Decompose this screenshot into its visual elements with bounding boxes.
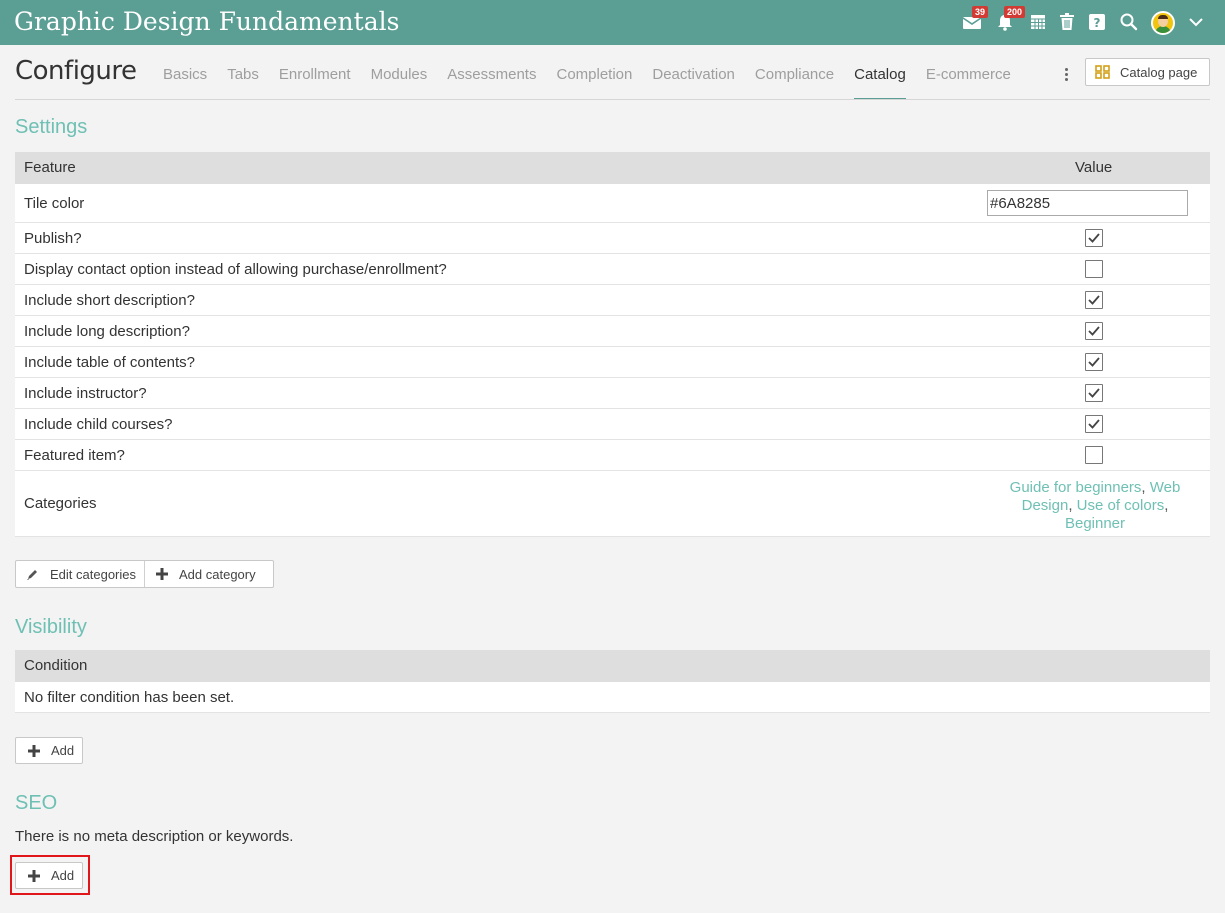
setting-row: Include long description? xyxy=(15,316,1210,347)
setting-checkbox[interactable] xyxy=(1085,415,1103,433)
setting-row: Display contact option instead of allowi… xyxy=(15,254,1210,285)
categories-list: Guide for beginners, Web Design, Use of … xyxy=(1009,479,1181,532)
setting-label: Include short description? xyxy=(24,292,195,309)
value-column-header: Value xyxy=(1075,159,1113,176)
messages-icon[interactable]: 39 xyxy=(962,6,989,32)
tile-color-label: Tile color xyxy=(24,195,85,212)
grid-icon xyxy=(1095,65,1110,79)
setting-checkbox[interactable] xyxy=(1085,446,1103,464)
category-link[interactable]: Guide for beginners xyxy=(1010,479,1142,496)
seo-title: SEO xyxy=(15,792,58,814)
visibility-title: Visibility xyxy=(15,616,87,638)
help-icon[interactable]: ? xyxy=(1087,12,1107,32)
tab-compliance[interactable]: Compliance xyxy=(755,64,834,100)
top-bar: Graphic Design Fundamentals 39 200 ? xyxy=(0,0,1225,45)
setting-checkbox[interactable] xyxy=(1085,260,1103,278)
condition-column-header: Condition xyxy=(24,657,88,674)
setting-label: Include table of contents? xyxy=(24,354,195,371)
setting-checkbox[interactable] xyxy=(1085,229,1103,247)
setting-label: Featured item? xyxy=(24,447,125,464)
tab-e-commerce[interactable]: E-commerce xyxy=(926,64,1011,100)
edit-categories-button[interactable]: Edit categories xyxy=(16,561,145,587)
setting-row: Include instructor? xyxy=(15,378,1210,409)
setting-row: Include child courses? xyxy=(15,409,1210,440)
page-title: Configure xyxy=(15,56,137,86)
setting-label: Include child courses? xyxy=(24,416,173,433)
more-tabs-icon[interactable] xyxy=(1061,66,1073,84)
search-icon[interactable] xyxy=(1119,12,1139,32)
setting-label: Include long description? xyxy=(24,323,190,340)
notifications-icon[interactable]: 200 xyxy=(995,6,1026,32)
messages-badge: 39 xyxy=(972,6,989,18)
tab-tabs[interactable]: Tabs xyxy=(227,64,259,100)
trash-icon[interactable] xyxy=(1057,12,1077,32)
plus-icon xyxy=(156,568,168,580)
category-link[interactable]: Beginner xyxy=(1065,515,1125,532)
visibility-empty-text: No filter condition has been set. xyxy=(24,689,235,706)
setting-row: Include short description? xyxy=(15,285,1210,316)
tab-enrollment[interactable]: Enrollment xyxy=(279,64,351,100)
catalog-page-label: Catalog page xyxy=(1120,64,1198,80)
plus-icon xyxy=(28,744,40,757)
setting-checkbox[interactable] xyxy=(1085,384,1103,402)
edit-categories-label: Edit categories xyxy=(50,566,136,582)
calendar-icon[interactable] xyxy=(1028,12,1048,32)
setting-row: Featured item? xyxy=(15,440,1210,471)
visibility-table-header: Condition xyxy=(15,650,1210,682)
svg-text:?: ? xyxy=(1094,16,1101,30)
chevron-down-icon[interactable] xyxy=(1186,12,1206,32)
visibility-table: Condition No filter condition has been s… xyxy=(15,650,1210,713)
tab-assessments[interactable]: Assessments xyxy=(447,64,536,100)
add-category-label: Add category xyxy=(179,566,256,582)
setting-label: Publish? xyxy=(24,230,82,247)
setting-checkbox[interactable] xyxy=(1085,322,1103,340)
pencil-icon xyxy=(27,569,37,580)
visibility-add-button[interactable]: Add xyxy=(15,737,83,764)
setting-label: Include instructor? xyxy=(24,385,147,402)
feature-column-header: Feature xyxy=(24,159,76,176)
tile-color-row: Tile color xyxy=(15,184,1210,223)
category-link[interactable]: Use of colors xyxy=(1077,497,1165,514)
settings-table-header: Feature Value xyxy=(15,152,1210,184)
settings-table: Feature Value Tile color Publish? Display… xyxy=(15,152,1210,537)
highlight-box xyxy=(10,855,90,895)
visibility-empty-row: No filter condition has been set. xyxy=(15,682,1210,713)
setting-label: Display contact option instead of allowi… xyxy=(24,261,447,278)
categories-label: Categories xyxy=(24,495,97,512)
setting-row: Include table of contents? xyxy=(15,347,1210,378)
visibility-add-label: Add xyxy=(51,743,75,758)
settings-title: Settings xyxy=(15,116,88,138)
tab-completion[interactable]: Completion xyxy=(556,64,632,100)
header-divider xyxy=(15,99,1210,100)
tab-modules[interactable]: Modules xyxy=(371,64,428,100)
seo-empty-text: There is no meta description or keywords… xyxy=(15,828,294,845)
notifications-badge: 200 xyxy=(1004,6,1026,18)
config-tabs: Basics Tabs Enrollment Modules Assessments Co… xyxy=(163,64,1031,100)
category-button-group: Edit categories Add category xyxy=(15,560,274,588)
tile-color-input[interactable] xyxy=(987,190,1188,216)
setting-row: Publish? xyxy=(15,223,1210,254)
catalog-page-button[interactable]: Catalog page xyxy=(1085,58,1210,86)
tab-basics[interactable]: Basics xyxy=(163,64,207,100)
add-category-button[interactable]: Add category xyxy=(145,561,264,587)
tab-catalog[interactable]: Catalog xyxy=(854,64,906,100)
avatar[interactable] xyxy=(1151,11,1175,35)
app-title: Graphic Design Fundamentals xyxy=(14,7,400,36)
categories-row: Categories Guide for beginners, Web Desi… xyxy=(15,471,1210,537)
setting-checkbox[interactable] xyxy=(1085,291,1103,309)
tab-deactivation[interactable]: Deactivation xyxy=(652,64,735,100)
setting-checkbox[interactable] xyxy=(1085,353,1103,371)
